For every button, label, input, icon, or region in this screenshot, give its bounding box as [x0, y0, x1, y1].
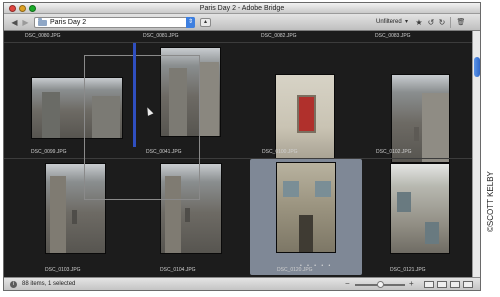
bridge-window: Paris Day 2 - Adobe Bridge ◀ ▶ Paris Day… [3, 2, 481, 291]
info-icon: i [10, 281, 17, 288]
row-divider [4, 158, 472, 159]
thumbnail-caption: DSC_0081.JPG [143, 33, 179, 39]
photo-credit: ©SCOTT KELBY [486, 171, 495, 232]
status-bar: i 88 items, 1 selected − + [4, 277, 480, 290]
filmstrip-view-icon[interactable] [437, 281, 447, 288]
thumbnail-caption: DSC_0104.JPG [160, 267, 196, 273]
thumbnail-caption: DSC_0082.JPG [261, 33, 297, 39]
trash-icon[interactable]: 🗑 [456, 17, 466, 28]
folder-label: Paris Day 2 [50, 19, 87, 26]
filter-menu[interactable]: Unfiltered [376, 18, 402, 27]
insertion-marker [133, 43, 136, 147]
toolbar: ◀ ▶ Paris Day 2 ⇕ ▴ Unfiltered ▾ ★ ↺ ↻ 🗑 [4, 14, 480, 31]
folder-up-icon[interactable]: ▴ [200, 18, 211, 27]
window-title: Paris Day 2 - Adobe Bridge [199, 5, 285, 12]
status-text: 88 items, 1 selected [22, 281, 76, 287]
filter-arrow-icon[interactable]: ▾ [405, 18, 408, 27]
list-view-icon[interactable] [463, 281, 473, 288]
thumbnail-caption: DSC_0102.JPG [376, 149, 412, 155]
zoom-out-icon[interactable]: − [345, 279, 350, 288]
thumbnail-image[interactable] [276, 162, 336, 253]
vertical-scrollbar[interactable] [472, 31, 480, 277]
dropdown-arrow-icon[interactable]: ⇕ [186, 17, 195, 28]
details-view-icon[interactable] [450, 281, 460, 288]
drag-outline [84, 55, 200, 200]
folder-icon [38, 18, 47, 26]
row-divider [4, 42, 472, 43]
grid-view-icon[interactable] [424, 281, 434, 288]
thumbnail-image[interactable] [390, 163, 450, 254]
content-panel[interactable]: DSC_0080.JPG DSC_0081.JPG DSC_0082.JPG D… [4, 31, 472, 277]
rotate-left-icon[interactable]: ↺ [426, 17, 436, 28]
slider-knob[interactable] [376, 281, 384, 288]
back-icon[interactable]: ◀ [10, 18, 19, 27]
thumbnail-caption: DSC_0103.JPG [45, 267, 81, 273]
forward-icon[interactable]: ▶ [21, 18, 30, 27]
thumbnail-caption: DSC_0083.JPG [375, 33, 411, 39]
star-icon[interactable]: ★ [414, 17, 424, 28]
folder-location-dropdown[interactable]: Paris Day 2 ⇕ [34, 17, 195, 28]
thumbnail-caption: DSC_0120.JPG [277, 267, 313, 273]
thumbnail-caption: DSC_0100.JPG [262, 149, 298, 155]
thumbnail-caption: DSC_0121.JPG [390, 267, 426, 273]
toolbar-divider [450, 17, 451, 28]
zoom-in-icon[interactable]: + [409, 279, 414, 288]
thumbnail-caption: DSC_0099.JPG [31, 149, 67, 155]
scrollbar-thumb[interactable] [474, 57, 480, 77]
rotate-right-icon[interactable]: ↻ [437, 17, 447, 28]
title-bar: Paris Day 2 - Adobe Bridge [4, 3, 480, 14]
thumbnail-caption: DSC_0080.JPG [25, 33, 61, 39]
